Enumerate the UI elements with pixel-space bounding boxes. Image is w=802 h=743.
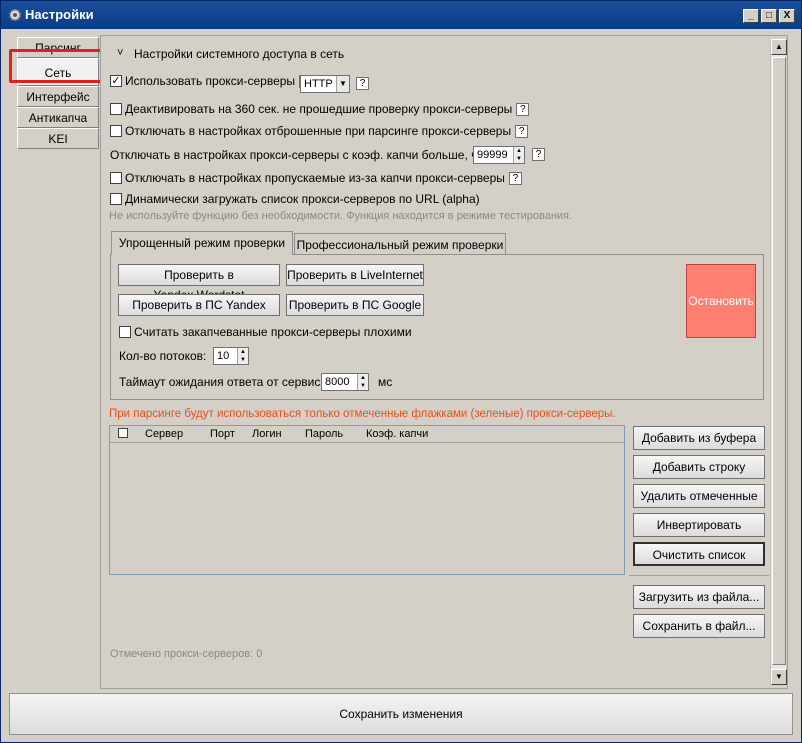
captcha-coef-label: Отключать в настройках прокси-серверы с … [110,148,496,162]
maximize-button[interactable]: □ [761,9,777,23]
dynamic-load-note: Не используйте функцию без необходимости… [109,210,573,222]
action-divider [629,575,769,576]
save-changes-button[interactable]: Сохранить изменения [9,693,793,735]
title-bar[interactable]: Настройки _ □ X [1,1,801,29]
marked-count-status: Отмечено прокси-серверов: 0 [110,648,263,660]
close-button[interactable]: X [779,9,795,23]
column-captcha-coef[interactable]: Коэф. капчи [366,428,428,440]
stop-button[interactable]: Остановить [686,264,756,338]
add-from-clipboard-button[interactable]: Добавить из буфера [633,426,765,450]
selection-highlight [9,49,107,83]
disable-dropped-label: Отключать в настройках отброшенные при п… [125,124,512,138]
captcha-skipped-checkbox[interactable] [110,171,122,184]
sidebar-item-anticaptcha[interactable]: Антикапча [17,107,99,128]
dynamic-load-label: Динамически загружать список прокси-серв… [125,192,480,206]
deactivate-label: Деактивировать на 360 сек. не прошедшие … [125,102,513,116]
use-proxy-checkbox[interactable]: ✓ [110,74,122,87]
sidebar-item-kei[interactable]: KEI [17,128,99,149]
proxy-notice: При парсинге будут использоваться только… [109,408,616,420]
captcha-bad-row: Считать закапчеванные прокси-серверы пло… [119,325,412,339]
gear-icon [9,9,21,21]
clear-list-button[interactable]: Очистить список [633,542,765,566]
select-all-checkbox[interactable] [118,428,128,438]
help-icon[interactable]: ? [356,77,369,90]
add-row-button[interactable]: Добавить строку [633,455,765,479]
section-title: Настройки системного доступа в сеть [134,47,345,61]
proxy-table[interactable]: Сервер Порт Логин Пароль Коэф. капчи [109,425,625,575]
help-icon[interactable]: ? [515,125,529,139]
chevron-down-icon[interactable]: ▼ [336,76,349,92]
help-icon[interactable]: ? [516,103,530,117]
table-header: Сервер Порт Логин Пароль Коэф. капчи [110,426,624,443]
settings-window: Настройки _ □ X Парсинг Сеть Интерфейс Ант… [0,0,802,743]
stepper-arrows-icon[interactable]: ▲ ▼ [357,374,368,390]
dynamic-load-checkbox[interactable] [110,192,122,205]
captcha-skipped-label: Отключать в настройках пропускаемые из-з… [125,171,505,185]
check-ps-google-button[interactable]: Проверить в ПС Google [286,294,424,316]
stepper-arrows-icon[interactable]: ▲ ▼ [237,348,248,364]
help-icon[interactable]: ? [508,172,522,186]
use-proxy-row: ✓Использовать прокси-серверы? [110,74,313,89]
disable-dropped-row: Отключать в настройках отброшенные при п… [110,124,529,139]
proxy-type-value: HTTP [304,78,333,90]
sidebar-item-interface[interactable]: Интерфейс [17,86,99,107]
timeout-unit: мс [378,375,393,389]
captcha-coef-value: 99999 [477,149,508,161]
captcha-bad-checkbox[interactable] [119,325,131,338]
collapse-chevron-icon[interactable]: ˅ [117,47,123,59]
invert-mark-button[interactable]: Инвертировать отметку [633,513,765,554]
timeout-label: Таймаут ожидания ответа от сервиса: [119,375,331,389]
use-proxy-label: Использовать прокси-серверы [125,74,296,88]
scroll-thumb[interactable] [772,57,786,665]
disable-dropped-checkbox[interactable] [110,124,122,137]
threads-label: Кол-во потоков: [119,349,207,363]
scroll-up-icon[interactable]: ▲ [771,39,787,55]
check-liveinternet-button[interactable]: Проверить в LiveInternet [286,264,424,286]
captcha-coef-stepper[interactable]: 99999 ▲ ▼ [473,146,525,164]
column-login[interactable]: Логин [252,428,282,440]
load-from-file-button[interactable]: Загрузить из файла... [633,585,765,609]
tab-professional-check[interactable]: Профессиональный режим проверки [294,233,506,255]
captcha-skipped-row: Отключать в настройках пропускаемые из-з… [110,171,522,186]
column-password[interactable]: Пароль [305,428,343,440]
check-wordstat-button[interactable]: Проверить в Yandex.Wordstat [118,264,280,302]
minimize-button[interactable]: _ [743,9,759,23]
tab-simple-check[interactable]: Упрощенный режим проверки [111,231,293,255]
threads-value: 10 [217,350,230,362]
column-server[interactable]: Сервер [145,428,183,440]
scroll-down-icon[interactable]: ▼ [771,669,787,685]
stepper-arrows-icon[interactable]: ▲ ▼ [513,147,524,163]
proxy-type-select[interactable]: HTTP ▼ [300,75,350,93]
threads-stepper[interactable]: 10 ▲ ▼ [213,347,249,365]
captcha-bad-label: Считать закапчеванные прокси-серверы пло… [134,325,412,339]
help-icon[interactable]: ? [532,148,545,161]
window-title: Настройки [25,7,94,22]
delete-marked-button[interactable]: Удалить отмеченные [633,484,765,508]
timeout-stepper[interactable]: 8000 ▲ ▼ [321,373,369,391]
save-to-file-button[interactable]: Сохранить в файл... [633,614,765,638]
check-ps-yandex-button[interactable]: Проверить в ПС Yandex [118,294,280,316]
deactivate-row: Деактивировать на 360 сек. не прошедшие … [110,102,530,117]
deactivate-checkbox[interactable] [110,102,122,115]
column-port[interactable]: Порт [210,428,235,440]
vertical-scrollbar[interactable]: ▲ ▼ [770,39,787,685]
dynamic-load-row: Динамически загружать список прокси-серв… [110,192,480,206]
timeout-value: 8000 [325,376,350,388]
